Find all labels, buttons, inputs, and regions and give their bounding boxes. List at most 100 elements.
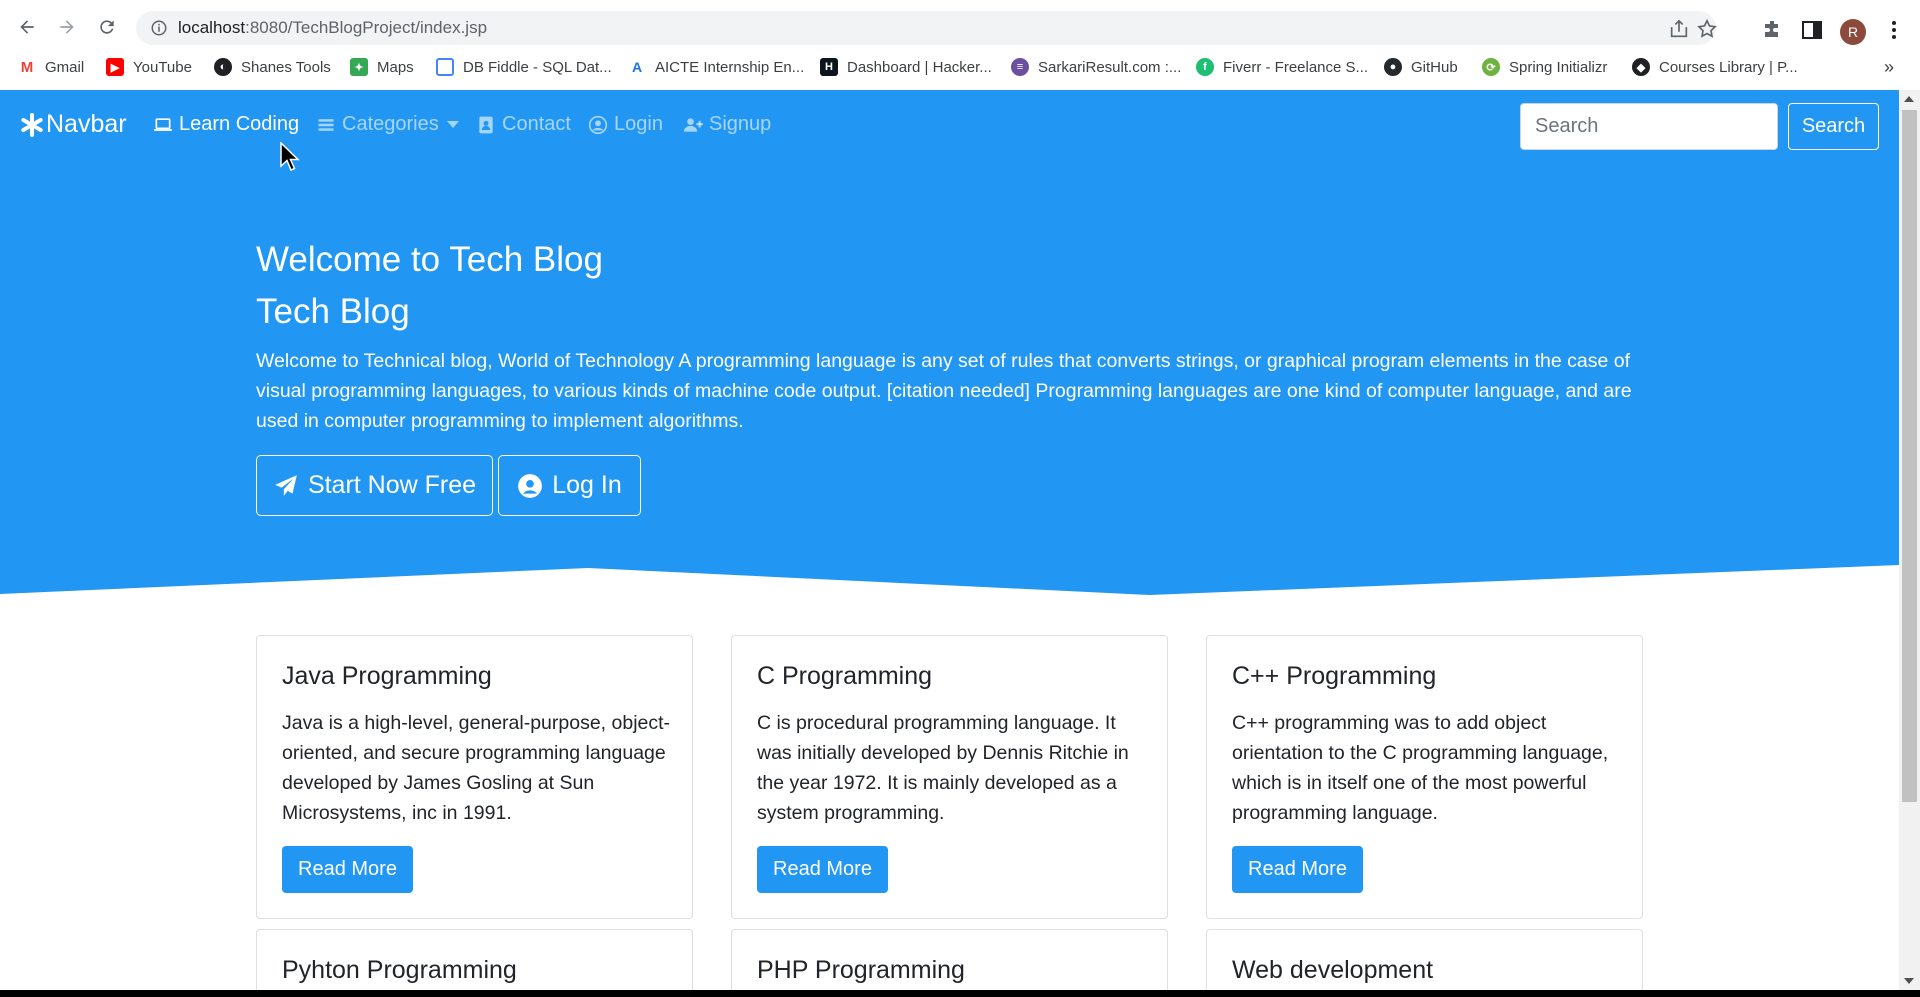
url-host: localhost: [178, 18, 246, 37]
fiverr-icon: f: [1196, 58, 1214, 76]
log-in-button[interactable]: Log In: [498, 455, 641, 516]
bookmark-label: SarkariResult.com :...: [1038, 58, 1182, 76]
bookmark-label: GitHub: [1411, 58, 1458, 76]
start-now-free-label: Start Now Free: [307, 471, 477, 499]
log-in-label: Log In: [552, 471, 622, 499]
search-button[interactable]: Search: [1788, 103, 1879, 150]
bookmarks-overflow-button[interactable]: »: [1884, 55, 1894, 79]
bookmarks-bar: M Gmail ▶ YouTube ◐ Shanes Tools ✦ Maps DB F…: [0, 52, 1920, 82]
nav-categories-label: Categories: [342, 113, 439, 135]
bookmark-gmail[interactable]: M Gmail: [18, 55, 84, 79]
nav-categories-dropdown[interactable]: Categories: [316, 113, 459, 136]
search-input[interactable]: [1520, 103, 1778, 150]
card-text: C is procedural programming language. It…: [757, 712, 1129, 824]
page-scrollbar[interactable]: [1899, 90, 1920, 990]
url-path: :8080/TechBlogProject/index.jsp: [245, 18, 488, 37]
nav-learn-coding[interactable]: Learn Coding: [153, 113, 299, 136]
scroll-up-arrow-icon[interactable]: [1904, 96, 1914, 102]
share-icon[interactable]: [1668, 18, 1690, 40]
page-viewport: Navbar Learn Coding Categories Contact L…: [0, 90, 1899, 990]
bookmark-label: Spring Initializr: [1509, 58, 1608, 76]
hero-description: Welcome to Technical blog, World of Tech…: [256, 350, 1632, 432]
hero-subtitle: Tech Blog: [256, 292, 410, 331]
mouse-cursor-icon: [280, 142, 300, 171]
url-text[interactable]: localhost:8080/TechBlogProject/index.jsp: [178, 18, 487, 38]
bookmark-label: DB Fiddle - SQL Dat...: [463, 58, 612, 76]
info-icon[interactable]: [150, 19, 168, 37]
read-more-button[interactable]: Read More: [282, 846, 413, 893]
card-python: Pyhton Programming: [256, 929, 693, 990]
brand-label: Navbar: [46, 110, 127, 138]
spring-icon: ⟳: [1482, 58, 1500, 76]
extensions-icon[interactable]: [1760, 18, 1784, 42]
nav-login[interactable]: Login: [588, 113, 663, 136]
bookmark-youtube[interactable]: ▶ YouTube: [106, 55, 192, 79]
card-title: Pyhton Programming: [282, 956, 517, 984]
bookmark-label: Maps: [377, 58, 414, 76]
card-cpp: C++ Programming C++ programming was to a…: [1206, 635, 1643, 919]
bookmark-sarkari-result[interactable]: ≡ SarkariResult.com :...: [1011, 55, 1181, 79]
laptop-icon: [153, 117, 173, 131]
bookmark-label: Gmail: [45, 58, 85, 76]
nav-login-label: Login: [614, 113, 663, 135]
bookmark-label: YouTube: [133, 58, 192, 76]
nav-signup-label: Signup: [709, 113, 772, 135]
youtube-icon: ▶: [106, 58, 124, 76]
bookmark-aicte[interactable]: A AICTE Internship En...: [628, 55, 804, 79]
arrow-right-icon: [60, 20, 74, 34]
bookmark-label: AICTE Internship En...: [655, 58, 805, 76]
user-circle-icon: [588, 115, 608, 134]
browser-toolbar: localhost:8080/TechBlogProject/index.jsp…: [0, 6, 1920, 46]
user-plus-icon: [683, 117, 703, 132]
github-icon: ●: [1384, 58, 1402, 76]
bookmark-spring[interactable]: ⟳ Spring Initializr: [1482, 55, 1607, 79]
nav-contact[interactable]: Contact: [476, 113, 571, 136]
reload-button[interactable]: [92, 12, 122, 42]
card-title: C Programming: [757, 662, 933, 690]
back-button[interactable]: [12, 12, 42, 42]
bookmark-hackerrank[interactable]: H Dashboard | Hacker...: [820, 55, 992, 79]
bookmark-label: Shanes Tools: [241, 58, 331, 76]
menu-kebab-icon[interactable]: [1882, 18, 1906, 42]
scroll-thumb[interactable]: [1902, 110, 1917, 802]
bookmark-maps[interactable]: ✦ Maps: [350, 55, 414, 79]
globe-icon: ◐: [214, 58, 232, 76]
nav-learn-coding-label: Learn Coding: [179, 113, 300, 135]
card-title: PHP Programming: [757, 956, 965, 984]
sarkari-icon: ≡: [1011, 58, 1029, 76]
forward-button[interactable]: [52, 12, 82, 42]
hackerrank-icon: H: [820, 58, 838, 76]
hero-title: Welcome to Tech Blog: [256, 240, 603, 279]
aicte-icon: A: [628, 58, 646, 76]
profile-avatar[interactable]: R: [1840, 19, 1866, 45]
bookmark-shanes-tools[interactable]: ◐ Shanes Tools: [214, 55, 331, 79]
card-web-development: Web development: [1206, 929, 1643, 990]
side-panel-icon[interactable]: [1800, 18, 1824, 42]
card-php: PHP Programming: [731, 929, 1168, 990]
nav-signup[interactable]: Signup: [683, 113, 771, 136]
start-now-free-button[interactable]: Start Now Free: [256, 455, 493, 516]
card-text: Java is a high-level, general-purpose, o…: [282, 712, 671, 824]
bookmark-label: Courses Library | P...: [1659, 58, 1798, 76]
card-c: C Programming C is procedural programmin…: [731, 635, 1168, 919]
card-title: C++ Programming: [1232, 662, 1437, 690]
address-bar[interactable]: localhost:8080/TechBlogProject/index.jsp: [136, 11, 1718, 45]
navbar-brand[interactable]: Navbar: [20, 110, 127, 139]
bookmark-github[interactable]: ● GitHub: [1384, 55, 1458, 79]
card-java: Java Programming Java is a high-level, g…: [256, 635, 693, 919]
gmail-icon: M: [18, 58, 36, 76]
bookmark-label: Dashboard | Hacker...: [847, 58, 992, 76]
bookmark-courses-library[interactable]: ◆ Courses Library | P...: [1632, 55, 1798, 79]
scroll-down-arrow-icon[interactable]: [1904, 978, 1914, 984]
bookmark-fiverr[interactable]: f Fiverr - Freelance S...: [1196, 55, 1368, 79]
list-icon: [318, 118, 334, 131]
bookmark-db-fiddle[interactable]: DB Fiddle - SQL Dat...: [436, 55, 612, 79]
read-more-button[interactable]: Read More: [1232, 846, 1363, 893]
read-more-button[interactable]: Read More: [757, 846, 888, 893]
chevron-double-right-icon: »: [1884, 56, 1895, 77]
asterisk-icon: [21, 112, 43, 137]
database-icon: [436, 58, 454, 76]
card-title: Web development: [1232, 956, 1434, 984]
star-icon[interactable]: [1696, 18, 1718, 40]
user-circle-icon: [518, 473, 543, 498]
